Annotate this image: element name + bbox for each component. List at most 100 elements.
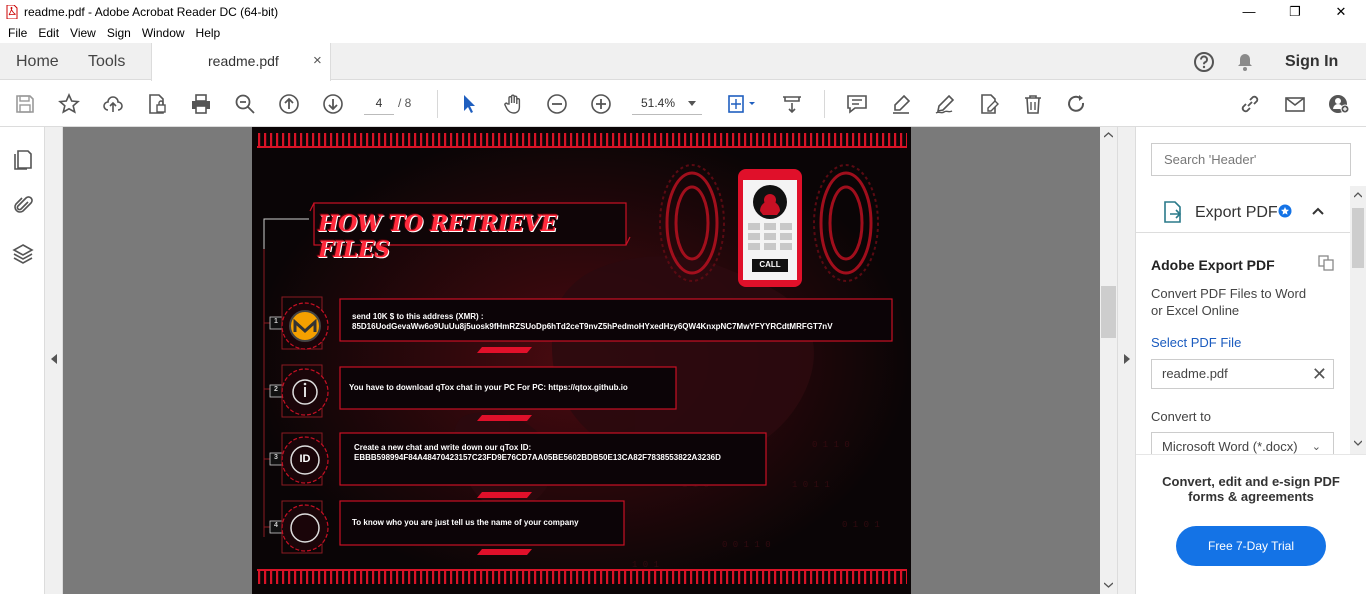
toolbar-divider bbox=[824, 90, 825, 118]
promo-text: Convert, edit and e-sign PDF forms & agr… bbox=[1162, 474, 1340, 504]
svg-text:0 1 1 0: 0 1 1 0 bbox=[812, 440, 850, 450]
scrollbar-thumb[interactable] bbox=[1101, 286, 1116, 338]
scroll-up-icon[interactable] bbox=[1354, 192, 1362, 198]
menu-help[interactable]: Help bbox=[196, 26, 221, 40]
menu-edit[interactable]: Edit bbox=[38, 26, 59, 40]
toolbar: 4 / 8 51.4% bbox=[0, 81, 1366, 127]
step-4-text: To know who you are just tell us the nam… bbox=[352, 518, 579, 527]
step-number: 2 bbox=[274, 386, 278, 393]
minimize-button[interactable]: — bbox=[1226, 0, 1272, 23]
tools-search-input[interactable]: Search 'Header' bbox=[1151, 143, 1351, 176]
step-1-line1: send 10K $ to this address (XMR) : bbox=[352, 312, 484, 321]
menu-sign[interactable]: Sign bbox=[107, 26, 131, 40]
tab-document[interactable]: readme.pdf × bbox=[151, 43, 331, 81]
select-pdf-file-link[interactable]: Select PDF File bbox=[1151, 335, 1241, 350]
zoom-level-select[interactable]: 51.4% bbox=[632, 93, 702, 115]
svg-text:1 0 1: 1 0 1 bbox=[632, 560, 659, 570]
page-total: / 8 bbox=[398, 96, 412, 110]
print-icon[interactable] bbox=[189, 92, 213, 116]
svg-text:0 0 1 1 0: 0 0 1 1 0 bbox=[722, 540, 771, 550]
scroll-up-icon[interactable] bbox=[1104, 132, 1113, 138]
menu-window[interactable]: Window bbox=[142, 26, 185, 40]
step-number: 3 bbox=[274, 454, 278, 461]
selected-file-field[interactable]: readme.pdf ✕ bbox=[1151, 359, 1334, 389]
clear-file-icon[interactable]: ✕ bbox=[1312, 360, 1327, 388]
title-bar: readme.pdf - Adobe Acrobat Reader DC (64… bbox=[0, 0, 1366, 23]
attachment-icon[interactable] bbox=[11, 194, 35, 218]
help-icon[interactable] bbox=[1193, 51, 1215, 73]
convert-files-icon bbox=[1318, 255, 1334, 271]
upload-cloud-icon[interactable] bbox=[101, 92, 125, 116]
delete-icon[interactable] bbox=[1021, 92, 1045, 116]
hand-tool-icon[interactable] bbox=[501, 92, 525, 116]
save-icon[interactable] bbox=[13, 92, 37, 116]
convert-to-label: Convert to bbox=[1151, 409, 1211, 424]
format-select[interactable]: Microsoft Word (*.docx) ⌄ bbox=[1151, 432, 1334, 454]
step-3-line1: Create a new chat and write down our qTo… bbox=[354, 443, 532, 452]
next-page-icon[interactable] bbox=[321, 92, 345, 116]
zoom-out-icon[interactable] bbox=[545, 92, 569, 116]
menu-view[interactable]: View bbox=[70, 26, 96, 40]
edit-pdf-icon[interactable] bbox=[977, 92, 1001, 116]
export-description: Convert PDF Files to Word or Excel Onlin… bbox=[1151, 286, 1307, 318]
chevron-right-icon bbox=[1124, 354, 1130, 364]
scrollbar-thumb[interactable] bbox=[1352, 208, 1364, 268]
sign-pen-icon[interactable] bbox=[933, 92, 957, 116]
navigation-pane bbox=[0, 127, 45, 594]
redo-icon[interactable] bbox=[1065, 92, 1089, 116]
page-number-input[interactable]: 4 bbox=[364, 93, 394, 115]
chevron-up-icon[interactable] bbox=[1312, 207, 1324, 215]
menu-bar: File Edit View Sign Window Help bbox=[0, 23, 1366, 43]
tools-pane: Search 'Header' Export PDF Adobe Export … bbox=[1136, 127, 1366, 594]
email-icon[interactable] bbox=[1283, 92, 1307, 116]
right-pane-toggle[interactable] bbox=[1117, 127, 1136, 594]
call-label: CALL bbox=[759, 260, 781, 269]
sign-in-button[interactable]: Sign In bbox=[1285, 43, 1338, 80]
page-thumbnails-icon[interactable] bbox=[11, 148, 35, 172]
poster-heading: HOW TO RETRIEVE FILES bbox=[318, 211, 557, 263]
step-1-text: send 10K $ to this address (XMR) : 85D16… bbox=[352, 312, 882, 332]
step-2-text: You have to download qTox chat in your P… bbox=[349, 383, 628, 392]
export-pdf-header[interactable]: Export PDF bbox=[1136, 187, 1366, 233]
fit-page-icon[interactable] bbox=[724, 92, 760, 116]
zoom-out-search-icon[interactable] bbox=[233, 92, 257, 116]
scroll-mode-icon[interactable] bbox=[780, 92, 804, 116]
chevron-left-icon bbox=[51, 354, 57, 364]
share-link-icon[interactable] bbox=[1238, 92, 1262, 116]
file-protect-icon[interactable] bbox=[145, 92, 169, 116]
close-tab-icon[interactable]: × bbox=[313, 52, 322, 69]
step-number: 1 bbox=[274, 318, 278, 325]
close-window-button[interactable]: ✕ bbox=[1318, 0, 1364, 23]
tab-document-label: readme.pdf bbox=[208, 53, 279, 69]
select-cursor-icon[interactable] bbox=[457, 92, 481, 116]
free-trial-button[interactable]: Free 7-Day Trial bbox=[1176, 526, 1326, 566]
tab-home[interactable]: Home bbox=[16, 43, 59, 80]
premium-badge-icon bbox=[1278, 204, 1292, 218]
scroll-down-icon[interactable] bbox=[1354, 440, 1362, 446]
bell-icon[interactable] bbox=[1235, 52, 1255, 72]
scroll-down-icon[interactable] bbox=[1104, 582, 1113, 588]
step-3-text: Create a new chat and write down our qTo… bbox=[354, 443, 764, 463]
add-user-icon[interactable] bbox=[1327, 92, 1351, 116]
restore-button[interactable]: ❐ bbox=[1272, 0, 1318, 23]
comment-icon[interactable] bbox=[845, 92, 869, 116]
format-selected-value: Microsoft Word (*.docx) bbox=[1162, 439, 1298, 454]
tab-tools[interactable]: Tools bbox=[88, 43, 125, 80]
highlight-pen-icon[interactable] bbox=[889, 92, 913, 116]
toolbar-divider bbox=[437, 90, 438, 118]
step-1-xmr-address: 85D16UodGevaWw6o9UuUu8j5uosk9fHmRZSUoDp6… bbox=[352, 322, 833, 331]
tools-pane-scrollbar[interactable] bbox=[1350, 186, 1366, 454]
star-icon[interactable] bbox=[57, 92, 81, 116]
export-heading: Adobe Export PDF bbox=[1151, 257, 1275, 273]
document-scrollbar[interactable] bbox=[1100, 127, 1117, 594]
menu-file[interactable]: File bbox=[8, 26, 27, 40]
zoom-in-icon[interactable] bbox=[589, 92, 613, 116]
chevron-down-icon: ⌄ bbox=[1311, 441, 1321, 453]
chevron-down-icon bbox=[688, 101, 696, 106]
left-pane-toggle[interactable] bbox=[45, 127, 63, 594]
acrobat-file-icon bbox=[6, 4, 18, 19]
layers-icon[interactable] bbox=[11, 242, 35, 266]
selected-file-name: readme.pdf bbox=[1162, 366, 1228, 381]
zoom-level-value: 51.4% bbox=[641, 96, 676, 110]
previous-page-icon[interactable] bbox=[277, 92, 301, 116]
